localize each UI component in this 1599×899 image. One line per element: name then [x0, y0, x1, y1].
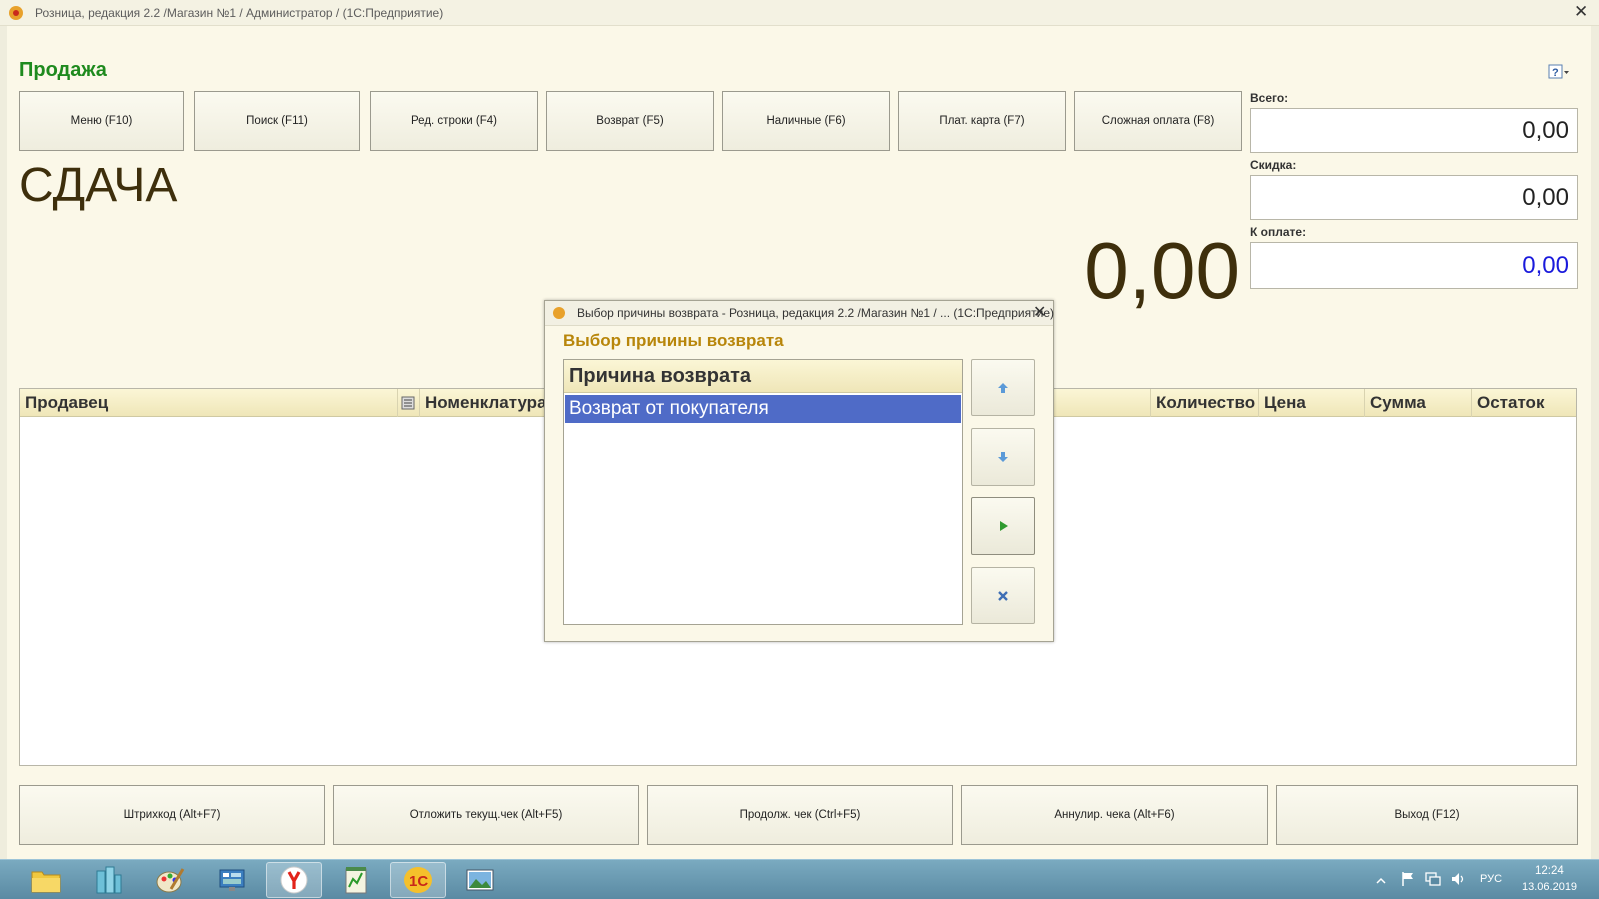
- tray-expand-icon[interactable]: [1376, 873, 1386, 884]
- discount-field: 0,00: [1250, 175, 1578, 220]
- cancel-receipt-button[interactable]: Аннулир. чека (Alt+F6): [961, 785, 1268, 845]
- to-pay-label: К оплате:: [1250, 225, 1307, 239]
- column-price[interactable]: Цена: [1259, 389, 1365, 417]
- dialog-close-button[interactable]: ✕: [1033, 302, 1046, 322]
- taskbar: 1С РУС 12:24 13.06.2019: [0, 859, 1599, 899]
- complex-payment-button[interactable]: Сложная оплата (F8): [1074, 91, 1242, 151]
- cancel-button[interactable]: [971, 567, 1035, 624]
- dialog-titlebar: Выбор причины возврата - Розница, редакц…: [545, 301, 1054, 326]
- change-value: 0,00: [1084, 226, 1240, 315]
- column-quantity[interactable]: Количество: [1151, 389, 1259, 417]
- volume-icon[interactable]: [1450, 871, 1468, 887]
- return-reason-dialog: Выбор причины возврата - Розница, редакц…: [544, 300, 1054, 642]
- column-sum[interactable]: Сумма: [1365, 389, 1472, 417]
- page-title: Продажа: [19, 59, 107, 81]
- dialog-title: Выбор причины возврата - Розница, редакц…: [577, 306, 1054, 320]
- select-button[interactable]: [971, 497, 1035, 555]
- help-icon[interactable]: ?: [1548, 64, 1570, 80]
- cancel-icon: [998, 590, 1008, 601]
- move-down-button[interactable]: [971, 428, 1035, 486]
- postpone-receipt-button[interactable]: Отложить текущ.чек (Alt+F5): [333, 785, 639, 845]
- 1c-icon[interactable]: 1С: [390, 862, 446, 898]
- network-icon[interactable]: [1424, 871, 1442, 887]
- list-item[interactable]: Возврат от покупателя: [565, 395, 961, 423]
- card-payment-button[interactable]: Плат. карта (F7): [898, 91, 1066, 151]
- cash-button[interactable]: Наличные (F6): [722, 91, 890, 151]
- notepad-icon[interactable]: [328, 862, 384, 898]
- dialog-heading: Выбор причины возврата: [563, 331, 784, 350]
- select-icon: [1000, 521, 1008, 531]
- column-balance[interactable]: Остаток: [1472, 389, 1576, 417]
- clock-date[interactable]: 13.06.2019: [1522, 881, 1577, 893]
- change-label: СДАЧА: [19, 159, 178, 212]
- search-button[interactable]: Поиск (F11): [194, 91, 360, 151]
- window-close-button[interactable]: ✕: [1574, 2, 1588, 22]
- continue-receipt-button[interactable]: Продолж. чек (Ctrl+F5): [647, 785, 953, 845]
- edit-row-button[interactable]: Ред. строки (F4): [370, 91, 538, 151]
- yandex-browser-icon[interactable]: [266, 862, 322, 898]
- return-button[interactable]: Возврат (F5): [546, 91, 714, 151]
- window-frame-left: [0, 26, 7, 859]
- move-down-icon: [998, 452, 1008, 462]
- svg-text:1С: 1С: [409, 873, 428, 890]
- paint-icon[interactable]: [142, 862, 198, 898]
- to-pay-field: 0,00: [1250, 242, 1578, 289]
- column-settings-icon[interactable]: [398, 389, 420, 417]
- reason-list-header: Причина возврата: [564, 360, 962, 393]
- app-logo-icon: [553, 307, 565, 319]
- app-logo-icon: [9, 6, 23, 20]
- flag-icon[interactable]: [1400, 871, 1416, 887]
- move-up-icon: [998, 382, 1008, 393]
- window-titlebar: Розница, редакция 2.2 /Магазин №1 / Адми…: [0, 0, 1599, 26]
- folder-icon[interactable]: [18, 862, 74, 898]
- menu-button[interactable]: Меню (F10): [19, 91, 184, 151]
- barcode-button[interactable]: Штрихкод (Alt+F7): [19, 785, 325, 845]
- reason-list[interactable]: Причина возврата Возврат от покупателя: [563, 359, 963, 625]
- window-title: Розница, редакция 2.2 /Магазин №1 / Адми…: [35, 6, 444, 20]
- column-seller[interactable]: Продавец: [20, 389, 398, 417]
- move-up-button[interactable]: [971, 359, 1035, 416]
- window-frame-right: [1591, 26, 1599, 859]
- picture-viewer-icon[interactable]: [452, 862, 508, 898]
- exit-button[interactable]: Выход (F12): [1276, 785, 1578, 845]
- control-panel-icon[interactable]: [204, 862, 260, 898]
- language-indicator[interactable]: РУС: [1480, 873, 1502, 885]
- total-label: Всего:: [1250, 91, 1289, 105]
- total-field: 0,00: [1250, 108, 1578, 153]
- clock-time[interactable]: 12:24: [1535, 865, 1564, 877]
- discount-label: Скидка:: [1250, 158, 1297, 172]
- svg-text:?: ?: [1552, 67, 1559, 79]
- buildings-icon[interactable]: [80, 862, 136, 898]
